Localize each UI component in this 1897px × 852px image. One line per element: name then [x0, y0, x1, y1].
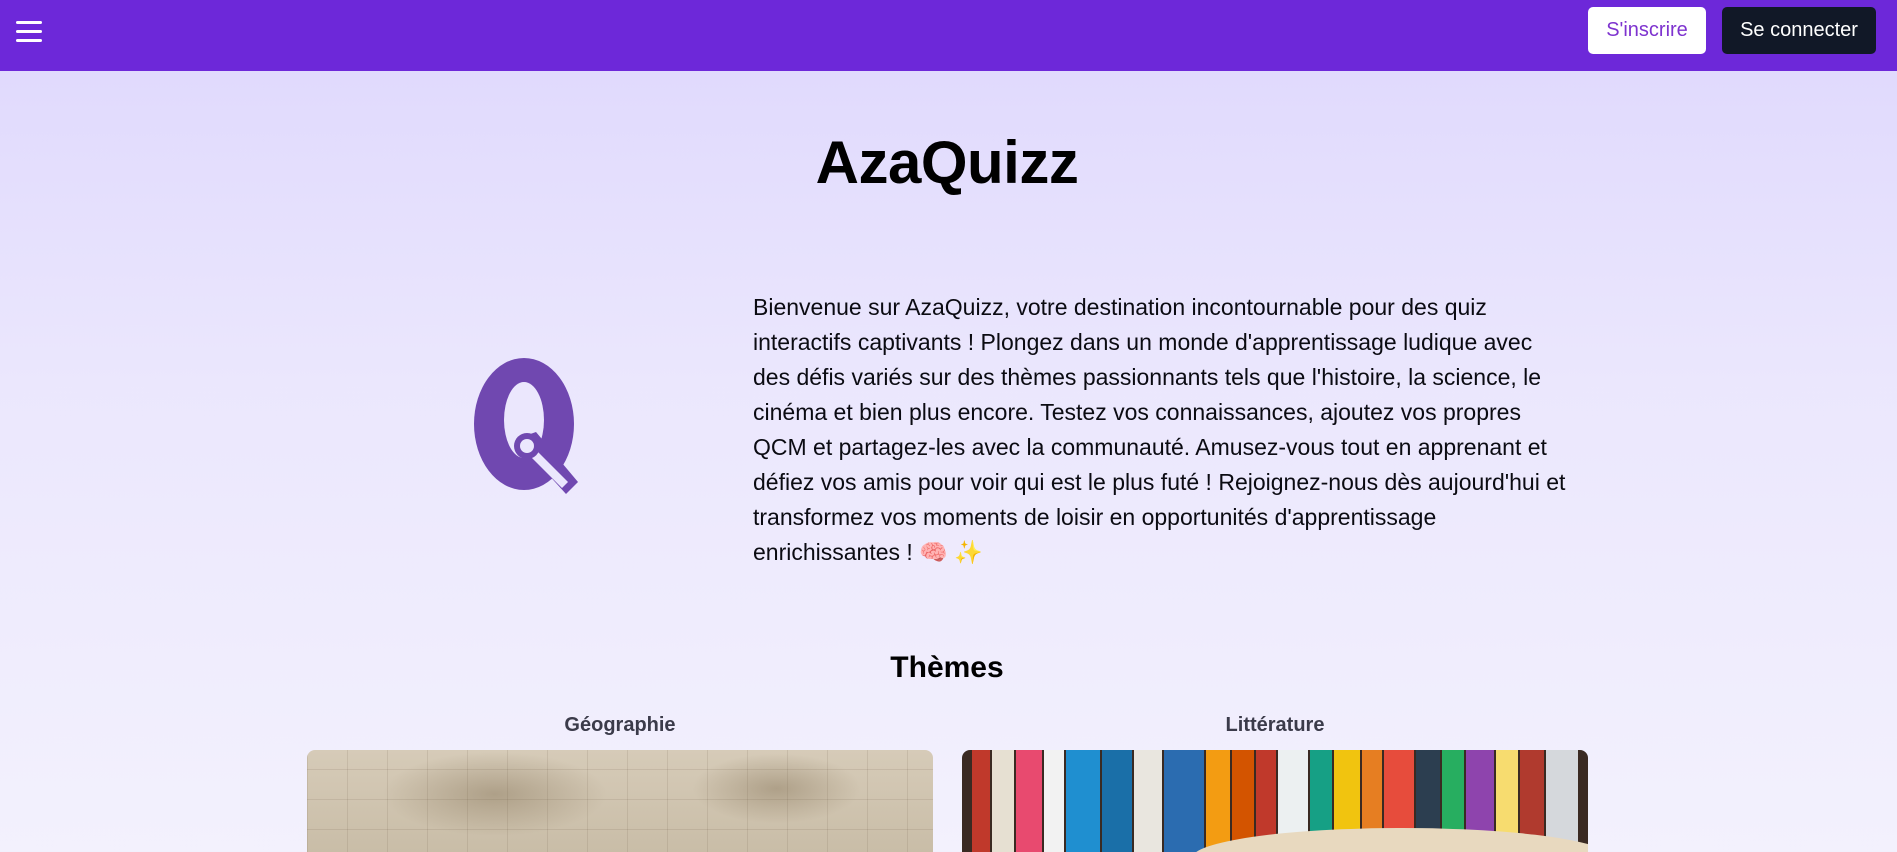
quiz-logo — [466, 354, 586, 504]
intro-paragraph: Bienvenue sur AzaQuizz, votre destinatio… — [753, 294, 1566, 565]
hamburger-menu-icon[interactable] — [16, 19, 42, 45]
page-title: AzaQuizz — [815, 129, 1079, 196]
theme-card-litterature-image[interactable] — [962, 750, 1588, 852]
theme-label-geographie: Géographie — [564, 714, 676, 736]
top-navbar: S'inscrire Se connecter — [0, 0, 1897, 71]
signup-button[interactable]: S'inscrire — [1588, 7, 1706, 54]
themes-heading: Thèmes — [890, 651, 1004, 684]
login-button[interactable]: Se connecter — [1722, 7, 1876, 54]
theme-card-geographie-image[interactable] — [307, 750, 933, 852]
theme-label-litterature: Littérature — [1225, 714, 1325, 736]
